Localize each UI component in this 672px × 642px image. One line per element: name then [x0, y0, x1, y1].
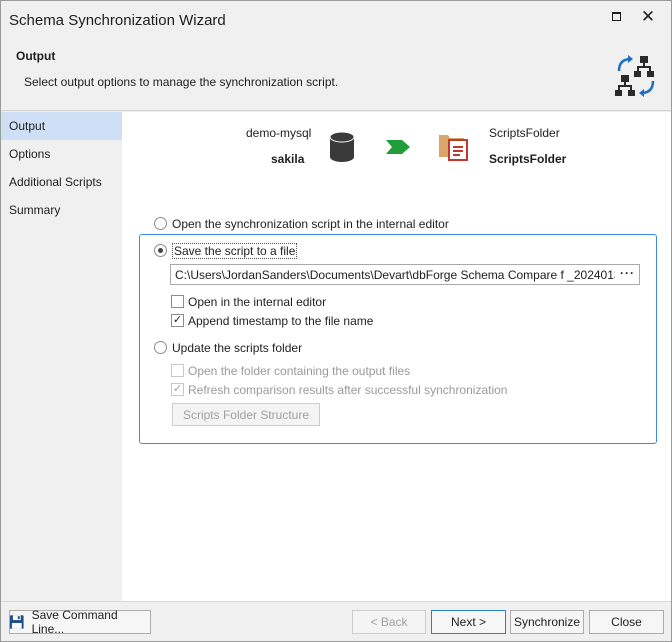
page-title: Output [16, 49, 56, 63]
source-connection-label: demo-mysql [246, 126, 312, 140]
database-icon [329, 131, 355, 162]
sidebar-item-label: Output [9, 119, 46, 133]
close-icon: ✕ [640, 6, 656, 26]
page-header: Output Select output options to manage t… [1, 39, 671, 111]
arrow-right-icon [386, 140, 410, 154]
open-output-folder-label: Open the folder containing the output fi… [188, 364, 411, 378]
scripts-folder-icon [439, 135, 468, 161]
open-in-editor-label[interactable]: Open the synchronization script in the i… [172, 217, 449, 231]
refresh-results-label: Refresh comparison results after success… [188, 383, 508, 397]
file-path-input[interactable]: C:\Users\JordanSanders\Documents\Devart\… [170, 264, 640, 285]
save-to-file-label[interactable]: Save the script to a file [172, 243, 298, 259]
page-subtitle: Select output options to manage the sync… [24, 75, 339, 89]
title-bar: Schema Synchronization Wizard ✕ [1, 1, 671, 39]
save-command-line-label: Save Command Line... [31, 608, 118, 636]
sidebar-item-output[interactable]: Output [1, 112, 122, 140]
append-timestamp-checkbox[interactable]: ✓ [171, 314, 184, 327]
update-scripts-folder-radio[interactable] [154, 341, 167, 354]
sidebar-item-summary[interactable]: Summary [1, 196, 122, 224]
window-title: Schema Synchronization Wizard [9, 12, 226, 29]
open-in-editor-radio[interactable] [154, 217, 167, 230]
target-connection-label: ScriptsFolder [489, 126, 560, 140]
wizard-footer: Save Command Line... < Back Next > Synch… [1, 601, 671, 641]
sidebar-item-options[interactable]: Options [1, 140, 122, 168]
maximize-icon [611, 11, 621, 21]
open-output-folder-checkbox[interactable] [171, 364, 184, 377]
scripts-folder-structure-button[interactable]: Scripts Folder Structure [172, 403, 320, 426]
browse-button[interactable]: ··· [620, 266, 635, 280]
next-button[interactable]: Next > [431, 610, 506, 634]
sidebar-item-label: Additional Scripts [9, 175, 102, 189]
close-window-button[interactable]: ✕ [635, 5, 661, 27]
sidebar-item-label: Summary [9, 203, 61, 217]
append-timestamp-label[interactable]: Append timestamp to the file name [188, 314, 373, 328]
floppy-disk-icon [10, 615, 24, 629]
maximize-button[interactable] [603, 5, 629, 27]
file-path-value: C:\Users\JordanSanders\Documents\Devart\… [175, 268, 615, 282]
open-internal-editor-label[interactable]: Open in the internal editor [188, 295, 326, 309]
sidebar-item-additional-scripts[interactable]: Additional Scripts [1, 168, 122, 196]
open-internal-editor-checkbox[interactable] [171, 295, 184, 308]
save-command-line-button[interactable]: Save Command Line... [9, 608, 151, 636]
update-scripts-folder-label[interactable]: Update the scripts folder [172, 341, 302, 355]
synchronize-button[interactable]: Synchronize [510, 610, 584, 634]
source-database-label: sakila [271, 152, 305, 166]
wizard-window: Schema Synchronization Wizard ✕ Output S… [0, 0, 672, 642]
sidebar-item-label: Options [9, 147, 51, 161]
save-to-file-radio[interactable] [154, 244, 167, 257]
schema-sync-icon [615, 55, 655, 97]
back-button[interactable]: < Back [352, 610, 426, 634]
close-button[interactable]: Close [589, 610, 664, 634]
target-name-label: ScriptsFolder [489, 152, 567, 166]
refresh-results-checkbox[interactable]: ✓ [171, 383, 184, 396]
wizard-steps-sidebar: Output Options Additional Scripts Summar… [1, 112, 122, 601]
output-options-panel: demo-mysql sakila ScriptsFolder ScriptsF… [122, 112, 671, 601]
